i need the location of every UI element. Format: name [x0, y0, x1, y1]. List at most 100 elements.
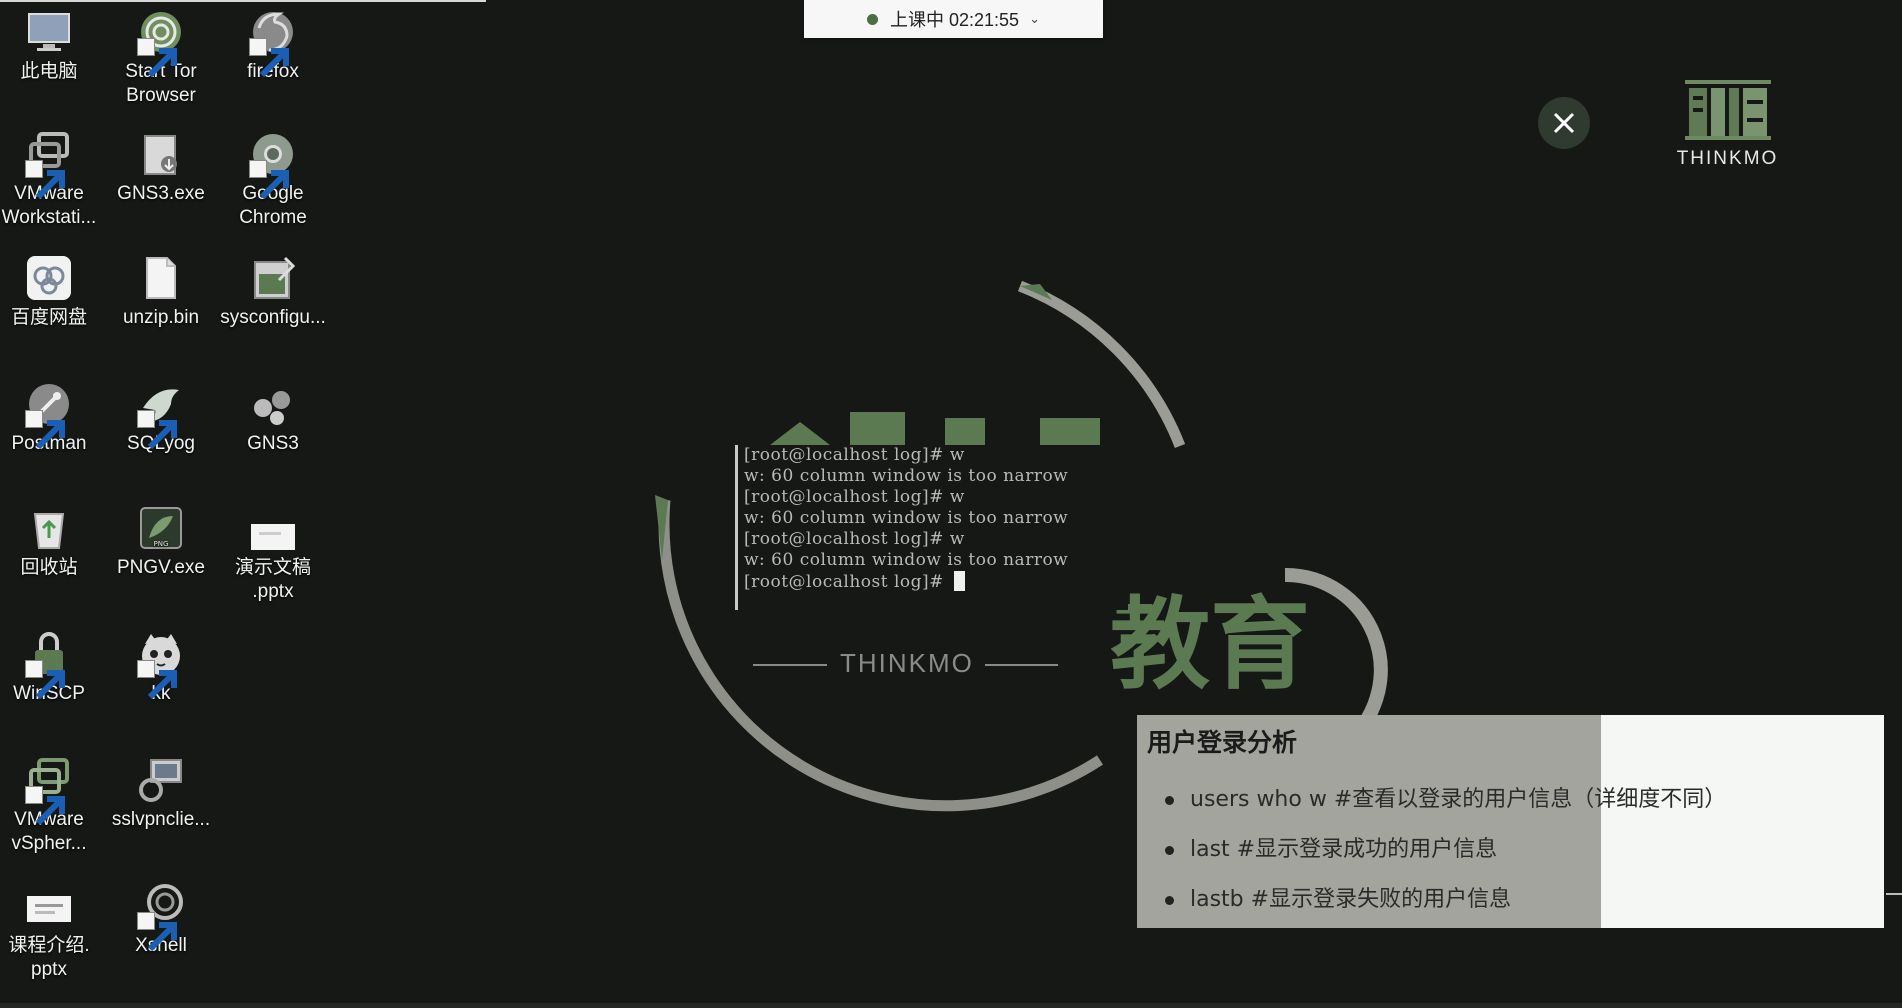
desktop-icon-vmware-workstation[interactable]: VMware Workstati...: [0, 130, 104, 230]
bullet-text: users who w #查看以登录的用户信息（详细度不同）: [1190, 787, 1727, 812]
desktop-icon-label: 课程介绍. pptx: [8, 935, 90, 980]
svg-text:PNG: PNG: [154, 540, 169, 548]
slide-bullet-list: users who w #查看以登录的用户信息（详细度不同） last #显示登…: [1165, 785, 1726, 935]
desktop-icon-label: GNS3.exe: [117, 183, 205, 204]
desktop-icon-recycle-bin[interactable]: 回收站: [0, 504, 104, 580]
shortcut-arrow-icon: [25, 660, 65, 700]
shortcut-arrow-icon: [249, 38, 289, 78]
class-status-label: 上课中 02:21:55: [890, 10, 1020, 30]
shortcut-arrow-icon: [137, 912, 177, 952]
desktop-icon-gns3[interactable]: GNS3: [218, 380, 328, 456]
desktop-icon-course-pptx[interactable]: 课程介绍. pptx: [0, 882, 104, 982]
slide-brand-chinese: 教育: [1110, 586, 1310, 703]
list-item: last #显示登录成功的用户信息: [1165, 835, 1726, 885]
tor-onion-icon: [137, 8, 185, 78]
close-icon: [1553, 112, 1575, 134]
desktop-icon-label: 演示文稿 .pptx: [234, 557, 311, 602]
baidu-netdisk-icon: [25, 254, 73, 302]
script-icon: [249, 254, 297, 302]
chevron-down-icon[interactable]: ⌄: [1029, 11, 1040, 27]
gns3-icon: [249, 380, 297, 428]
desktop-icon-pngv[interactable]: PNG PNGV.exe: [106, 504, 216, 580]
desktop-icon-label: 百度网盘: [10, 307, 87, 328]
desktop-icon-vmware-vsphere[interactable]: VMware vSpher...: [0, 756, 104, 856]
shortcut-arrow-icon: [137, 410, 177, 450]
installer-icon: [137, 130, 185, 178]
status-dot-icon: [867, 13, 878, 25]
desktop: THINKMO 教育 [root@localhost log]# w w: 60…: [0, 0, 1902, 1008]
slide-brand-wordmark: THINKMO: [840, 648, 974, 678]
desktop-icon-this-pc[interactable]: 此电脑: [0, 8, 104, 84]
computer-icon: [25, 8, 73, 56]
thinkmo-logo: THINKMO: [1655, 78, 1800, 170]
winscp-icon: [25, 630, 73, 700]
close-button[interactable]: [1538, 97, 1590, 149]
desktop-icon-label: PNGV.exe: [116, 557, 205, 578]
bullet-icon: [1165, 846, 1174, 855]
desktop-icon-label: 回收站: [20, 557, 78, 578]
bullet-text: last #显示登录成功的用户信息: [1190, 837, 1498, 862]
desktop-icon-label: sslvpnclie...: [111, 809, 211, 830]
bullet-icon: [1165, 896, 1174, 905]
desktop-icon-label: unzip.bin: [122, 307, 200, 328]
desktop-icon-postman[interactable]: Postman: [0, 380, 104, 456]
recycle-bin-icon: [25, 504, 73, 552]
firefox-icon: [249, 8, 297, 78]
bullet-text: lastb #显示登录失败的用户信息: [1190, 887, 1512, 912]
desktop-icon-sslvpnclient[interactable]: sslvpnclie...: [106, 756, 216, 832]
terminal-cursor: [953, 571, 965, 591]
shortcut-arrow-icon: [25, 410, 65, 450]
terminal-line: w: 60 column window is too narrow: [744, 550, 1069, 570]
list-item: users who w #查看以登录的用户信息（详细度不同）: [1165, 785, 1726, 835]
list-item: lastb #显示登录失败的用户信息: [1165, 885, 1726, 935]
edge-marker: [1886, 893, 1902, 895]
terminal-line: [root@localhost log]# w: [744, 445, 965, 465]
desktop-icon-label: sysconfigu...: [220, 307, 326, 328]
terminal-prompt-text: [root@localhost log]#: [744, 572, 950, 592]
vmware-workstation-icon: [25, 130, 73, 200]
desktop-icon-xshell[interactable]: Xshell: [106, 882, 216, 958]
postman-icon: [25, 380, 73, 450]
slide-info-panel: 用户登录分析 users who w #查看以登录的用户信息（详细度不同） la…: [1137, 715, 1884, 928]
desktop-icon-presentation-pptx[interactable]: 演示文稿 .pptx: [218, 504, 328, 604]
file-icon: [137, 254, 185, 302]
bottom-edge-bar: [0, 1003, 1902, 1008]
slide-title: 用户登录分析: [1147, 728, 1298, 757]
desktop-icon-sqlyog[interactable]: SQLyog: [106, 380, 216, 456]
cat-face-icon: [137, 630, 185, 700]
desktop-icon-baidu-netdisk[interactable]: 百度网盘: [0, 254, 104, 330]
vpn-client-icon: [137, 756, 185, 804]
png-viewer-icon: PNG: [137, 504, 185, 552]
pptx-file-icon: [249, 504, 297, 552]
chrome-icon: [249, 130, 297, 200]
shortcut-arrow-icon: [25, 160, 65, 200]
shortcut-arrow-icon: [137, 660, 177, 700]
terminal-line: w: 60 column window is too narrow: [744, 466, 1069, 486]
bullet-icon: [1165, 796, 1174, 805]
xshell-icon: [137, 882, 185, 952]
dolphin-icon: [137, 380, 185, 450]
desktop-icon-gns3-exe[interactable]: GNS3.exe: [106, 130, 216, 206]
shortcut-arrow-icon: [249, 160, 289, 200]
shortcut-arrow-icon: [25, 786, 65, 826]
terminal-prompt[interactable]: [root@localhost log]#: [738, 571, 1128, 593]
desktop-icon-sysconfig[interactable]: sysconfigu...: [218, 254, 328, 330]
desktop-icon-unzip-bin[interactable]: unzip.bin: [106, 254, 216, 330]
vsphere-icon: [25, 756, 73, 826]
desktop-icon-label: 此电脑: [20, 61, 78, 82]
pptx-file-icon: [25, 882, 73, 930]
terminal-line: [root@localhost log]# w: [744, 529, 965, 549]
desktop-icon-kk[interactable]: kk: [106, 630, 216, 706]
desktop-icon-tor-browser[interactable]: Start Tor Browser: [106, 8, 216, 108]
desktop-icon-winscp[interactable]: WinSCP: [0, 630, 104, 706]
shortcut-arrow-icon: [137, 38, 177, 78]
terminal-line: [root@localhost log]# w: [744, 487, 965, 507]
logo-mark-icon: [1684, 80, 1771, 140]
class-status-dropdown[interactable]: 上课中 02:21:55 ⌄: [804, 0, 1103, 38]
terminal-window[interactable]: [root@localhost log]# w w: 60 column win…: [735, 445, 1128, 610]
desktop-icon-google-chrome[interactable]: Google Chrome: [218, 130, 328, 230]
desktop-icon-firefox[interactable]: firefox: [218, 8, 328, 84]
desktop-icon-label: GNS3: [247, 433, 299, 454]
terminal-line: w: 60 column window is too narrow: [744, 508, 1069, 528]
logo-wordmark: THINKMO: [1676, 148, 1779, 169]
